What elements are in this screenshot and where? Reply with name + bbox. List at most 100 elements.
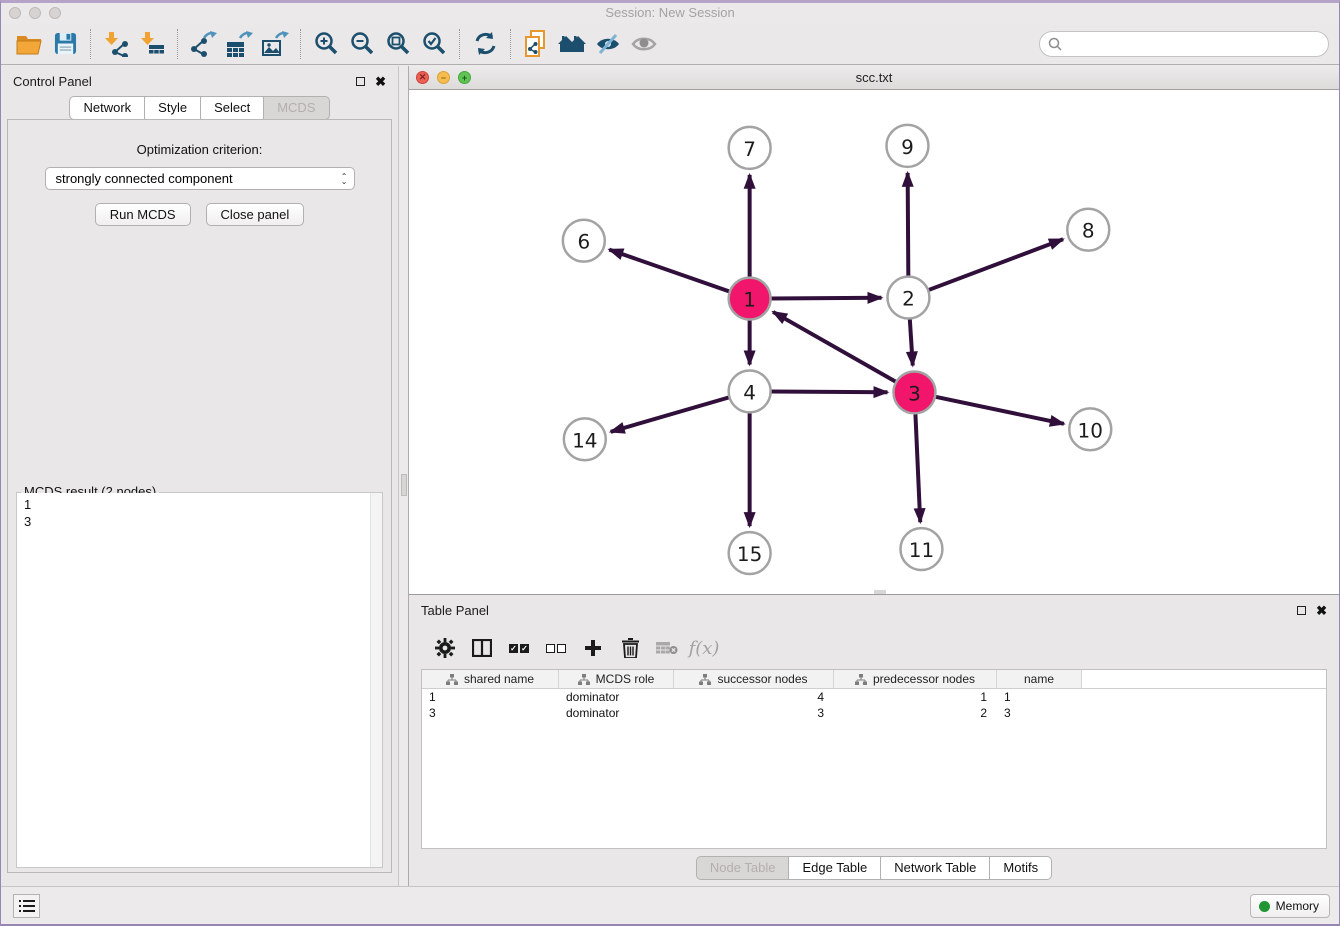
column-header-successor-nodes[interactable]: successor nodes [674,670,834,688]
graph-node-14[interactable]: 14 [564,418,606,460]
close-panel-icon[interactable]: ✖ [375,75,386,88]
table-cell[interactable]: 3 [674,705,834,721]
column-header-name[interactable]: name [997,670,1082,688]
status-bar: Memory [1,886,1339,924]
criterion-select[interactable]: strongly connected component ⌃⌄ [45,167,355,190]
zoom-selected-icon[interactable] [416,28,452,60]
graph-edge-2-9[interactable] [908,173,909,277]
graph-node-15[interactable]: 15 [729,532,771,574]
zoom-out-icon[interactable] [344,28,380,60]
graph-node-8[interactable]: 8 [1067,209,1109,251]
show-hidden-eye-icon[interactable] [626,28,662,60]
graph-edge-2-8[interactable] [928,239,1063,290]
zoom-fit-icon[interactable] [380,28,416,60]
graph-node-6[interactable]: 6 [563,220,605,262]
network-canvas[interactable]: 7 9 6 8 1 2 4 3 14 10 15 11 [409,90,1339,594]
optimization-criterion-label: Optimization criterion: [8,142,391,157]
task-history-button[interactable] [13,894,40,918]
refresh-icon[interactable] [467,28,503,60]
export-network-icon[interactable] [185,28,221,60]
delete-trash-icon[interactable] [616,635,644,661]
table-cell[interactable]: 3 [997,705,1082,721]
hide-selected-eye-slash-icon[interactable] [590,28,626,60]
select-all-icon[interactable]: ✓✓ [505,635,533,661]
column-header-MCDS-role[interactable]: MCDS role [559,670,674,688]
graph-node-10[interactable]: 10 [1069,408,1111,450]
home-icon[interactable] [554,28,590,60]
table-tab-edge-table[interactable]: Edge Table [789,856,881,880]
graph-edge-3-1[interactable] [773,312,896,382]
table-settings-gear-icon[interactable] [431,635,459,661]
tab-style[interactable]: Style [145,96,201,120]
graph-node-label: 8 [1082,219,1095,243]
graph-node-7[interactable]: 7 [729,127,771,169]
table-cell[interactable]: 3 [422,705,559,721]
save-icon[interactable] [47,28,83,60]
tab-mcds[interactable]: MCDS [264,96,329,120]
table-cell[interactable]: 1 [422,689,559,705]
open-folder-icon[interactable] [11,28,47,60]
graph-node-9[interactable]: 9 [886,125,928,167]
list-icon [19,899,35,913]
graph-node-label: 11 [909,538,934,562]
graph-edge-1-6[interactable] [609,250,730,292]
table-cell[interactable]: 1 [997,689,1082,705]
result-scrollbar[interactable] [370,493,382,867]
deselect-all-icon[interactable] [542,635,570,661]
close-panel-button[interactable]: Close panel [206,203,305,226]
new-network-from-selection-icon[interactable] [518,28,554,60]
table-cell[interactable]: dominator [559,689,674,705]
graph-node-4[interactable]: 4 [729,370,771,412]
column-header-shared-name[interactable]: shared name [422,670,559,688]
toolbar-separator [177,29,178,59]
table-cell[interactable]: 2 [834,705,997,721]
graph-node-1[interactable]: 1 [729,278,771,320]
table-toolbar: ✓✓ f(x) [409,625,1339,669]
show-columns-icon[interactable] [468,635,496,661]
toolbar-separator [510,29,511,59]
tab-select[interactable]: Select [201,96,264,120]
table-panel: Table Panel ✖ ✓✓ [409,595,1339,886]
graph-node-2[interactable]: 2 [887,277,929,319]
graph-edge-4-14[interactable] [611,397,730,432]
graph-edge-1-2[interactable] [771,298,882,299]
table-row[interactable]: 3dominator323 [422,705,1326,721]
table-cell[interactable]: 1 [834,689,997,705]
zoom-in-icon[interactable] [308,28,344,60]
table-tab-node-table[interactable]: Node Table [696,856,790,880]
close-table-panel-icon[interactable]: ✖ [1316,604,1327,617]
column-type-icon [446,674,458,685]
float-table-panel-icon[interactable] [1297,606,1306,615]
canvas-splitter-grip[interactable] [874,590,886,594]
graph-node-11[interactable]: 11 [900,528,942,570]
graph-edge-4-3[interactable] [771,392,888,393]
table-tab-network-table[interactable]: Network Table [881,856,990,880]
table-row[interactable]: 1dominator411 [422,689,1326,705]
splitter-grip-icon[interactable] [401,474,407,496]
graph-edge-3-11[interactable] [915,413,920,522]
search-input[interactable] [1067,36,1320,51]
graph-node-label: 3 [908,381,921,405]
run-mcds-button[interactable]: Run MCDS [95,203,191,226]
mcds-result-text[interactable]: 1 3 [17,493,370,867]
graph-edge-2-3[interactable] [910,319,913,366]
export-table-icon[interactable] [221,28,257,60]
import-network-icon[interactable] [98,28,134,60]
table-cell[interactable]: dominator [559,705,674,721]
memory-button[interactable]: Memory [1250,894,1330,918]
memory-status-icon [1259,901,1270,912]
panel-splitter[interactable] [398,66,409,886]
float-panel-icon[interactable] [356,77,365,86]
graph-node-3[interactable]: 3 [893,371,935,413]
graph-node-label: 15 [737,542,762,566]
graph-edge-3-10[interactable] [935,397,1064,424]
delete-table-icon [653,635,681,661]
tab-network[interactable]: Network [69,96,145,120]
control-panel-title: Control Panel [13,74,92,89]
export-image-icon[interactable] [257,28,293,60]
table-cell[interactable]: 4 [674,689,834,705]
add-column-plus-icon[interactable] [579,635,607,661]
column-header-predecessor-nodes[interactable]: predecessor nodes [834,670,997,688]
import-table-icon[interactable] [134,28,170,60]
table-tab-motifs[interactable]: Motifs [990,856,1052,880]
